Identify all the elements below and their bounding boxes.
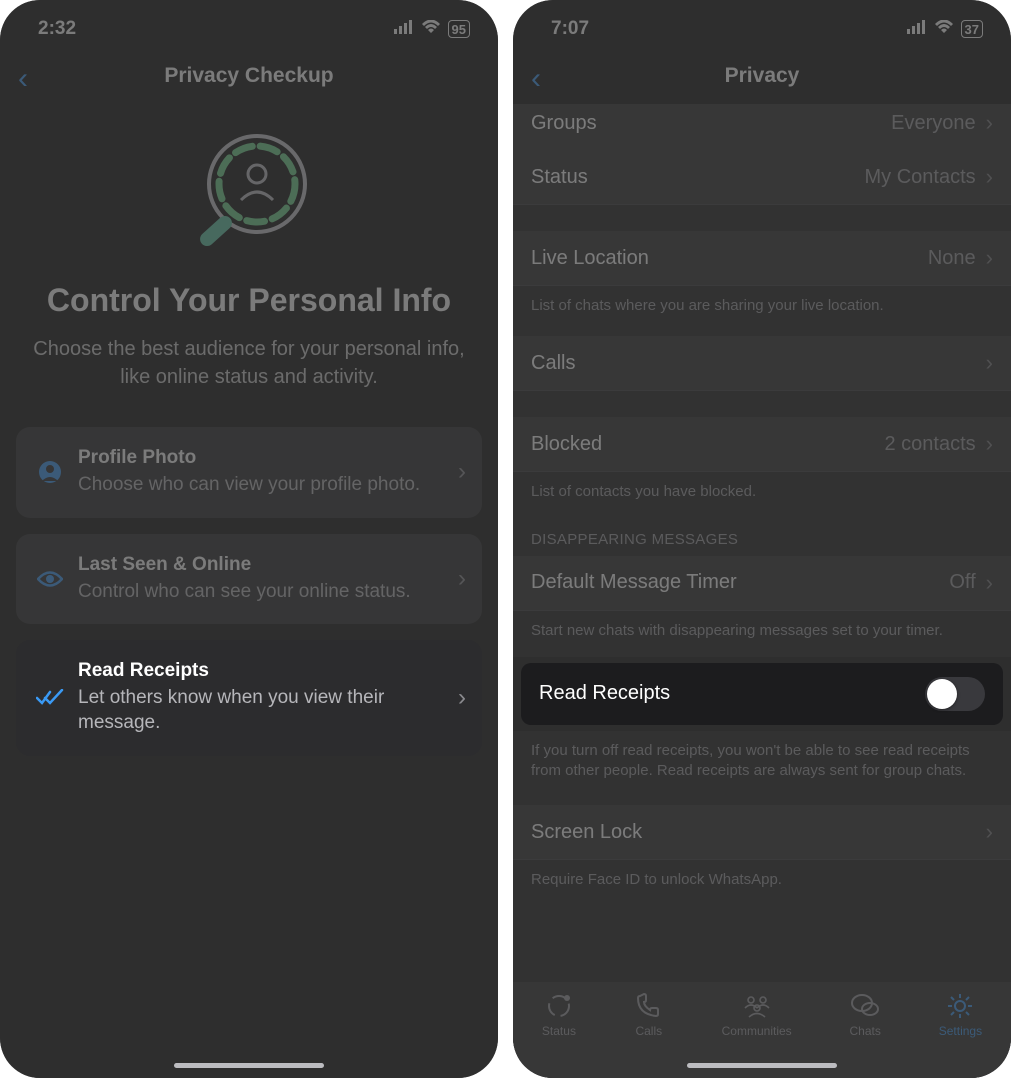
card-title: Read Receipts xyxy=(78,660,450,682)
chevron-right-icon: › xyxy=(986,570,993,596)
battery-icon: 95 xyxy=(448,20,470,38)
cellular-icon xyxy=(394,18,414,40)
blocked-note: List of contacts you have blocked. xyxy=(513,472,1011,508)
back-button[interactable]: ‹ xyxy=(531,62,541,96)
screen-lock-note: Require Face ID to unlock WhatsApp. xyxy=(513,860,1011,1000)
chevron-right-icon: › xyxy=(986,819,993,845)
row-label: Live Location xyxy=(531,247,928,270)
row-read-receipts[interactable]: Read Receipts xyxy=(521,663,1003,725)
chats-icon xyxy=(850,992,880,1020)
row-label: Screen Lock xyxy=(531,821,986,844)
hero-illustration xyxy=(16,132,482,252)
tab-label: Settings xyxy=(939,1024,982,1038)
wifi-icon xyxy=(934,18,954,40)
row-screen-lock[interactable]: Screen Lock › xyxy=(513,805,1011,860)
status-bar: 2:32 95 xyxy=(0,0,498,48)
row-status[interactable]: Status My Contacts › xyxy=(513,150,1011,205)
chevron-right-icon: › xyxy=(450,458,466,486)
card-desc: Choose who can view your profile photo. xyxy=(78,473,450,498)
hero-subtitle: Choose the best audience for your person… xyxy=(16,335,482,391)
row-value: 2 contacts xyxy=(885,433,976,456)
status-time: 2:32 xyxy=(38,18,76,40)
live-location-note: List of chats where you are sharing your… xyxy=(513,286,1011,322)
row-label: Status xyxy=(531,166,865,189)
double-check-icon xyxy=(32,689,68,707)
status-time: 7:07 xyxy=(551,18,589,40)
row-label: Default Message Timer xyxy=(531,571,949,594)
hero-title: Control Your Personal Info xyxy=(16,282,482,319)
chevron-right-icon: › xyxy=(986,245,993,271)
disappearing-header: Disappearing Messages xyxy=(513,509,1011,556)
home-indicator[interactable] xyxy=(687,1063,837,1068)
chevron-right-icon: › xyxy=(986,110,993,136)
timer-note: Start new chats with disappearing messag… xyxy=(513,611,1011,647)
wifi-icon xyxy=(421,18,441,40)
read-receipts-toggle[interactable] xyxy=(925,677,985,711)
row-label: Blocked xyxy=(531,433,885,456)
gear-icon xyxy=(945,992,975,1020)
tab-chats[interactable]: Chats xyxy=(850,992,881,1038)
page-title: Privacy Checkup xyxy=(164,64,333,88)
tab-label: Chats xyxy=(850,1024,881,1038)
tab-label: Status xyxy=(542,1024,576,1038)
tab-status[interactable]: Status xyxy=(542,992,576,1038)
chevron-right-icon: › xyxy=(986,431,993,457)
chevron-right-icon: › xyxy=(450,565,466,593)
back-button[interactable]: ‹ xyxy=(18,62,28,96)
screen-privacy-checkup: 2:32 95 ‹ Privacy Checkup Control Your P… xyxy=(0,0,498,1078)
tab-calls[interactable]: Calls xyxy=(634,992,664,1038)
phone-icon xyxy=(634,992,664,1020)
chevron-right-icon: › xyxy=(986,350,993,376)
card-title: Profile Photo xyxy=(78,447,450,469)
profile-photo-icon xyxy=(32,460,68,484)
battery-icon: 37 xyxy=(961,20,983,38)
card-desc: Control who can see your online status. xyxy=(78,580,450,605)
row-value: Everyone xyxy=(891,112,976,135)
tab-communities[interactable]: Communities xyxy=(722,992,792,1038)
toggle-knob xyxy=(927,679,957,709)
status-icons: 95 xyxy=(394,18,470,40)
tab-settings[interactable]: Settings xyxy=(939,992,982,1038)
home-indicator[interactable] xyxy=(174,1063,324,1068)
row-label: Read Receipts xyxy=(539,682,925,705)
tab-label: Communities xyxy=(722,1024,792,1038)
settings-list: Groups Everyone › Status My Contacts › L… xyxy=(513,104,1011,1001)
card-desc: Let others know when you view their mess… xyxy=(78,686,450,735)
status-bar: 7:07 37 xyxy=(513,0,1011,48)
card-profile-photo[interactable]: Profile Photo Choose who can view your p… xyxy=(16,427,482,518)
page-title: Privacy xyxy=(725,64,800,88)
row-blocked[interactable]: Blocked 2 contacts › xyxy=(513,417,1011,472)
screen-privacy-settings: 7:07 37 ‹ Privacy Groups Everyone › Stat… xyxy=(513,0,1011,1078)
chevron-right-icon: › xyxy=(986,164,993,190)
row-value: My Contacts xyxy=(865,166,976,189)
card-last-seen[interactable]: Last Seen & Online Control who can see y… xyxy=(16,534,482,625)
row-message-timer[interactable]: Default Message Timer Off › xyxy=(513,556,1011,611)
status-icon xyxy=(544,992,574,1020)
communities-icon xyxy=(742,992,772,1020)
app-header: ‹ Privacy Checkup xyxy=(0,48,498,104)
row-groups[interactable]: Groups Everyone › xyxy=(513,104,1011,150)
card-title: Last Seen & Online xyxy=(78,554,450,576)
row-label: Groups xyxy=(531,112,891,135)
row-live-location[interactable]: Live Location None › xyxy=(513,231,1011,286)
chevron-right-icon: › xyxy=(450,684,466,712)
row-value: Off xyxy=(949,571,975,594)
card-read-receipts[interactable]: Read Receipts Let others know when you v… xyxy=(16,640,482,755)
row-calls[interactable]: Calls › xyxy=(513,336,1011,391)
read-receipts-note: If you turn off read receipts, you won't… xyxy=(513,731,1011,788)
row-label: Calls xyxy=(531,352,986,375)
cellular-icon xyxy=(907,18,927,40)
status-icons: 37 xyxy=(907,18,983,40)
tab-label: Calls xyxy=(635,1024,662,1038)
app-header: ‹ Privacy xyxy=(513,48,1011,104)
eye-icon xyxy=(32,570,68,588)
row-value: None xyxy=(928,247,976,270)
